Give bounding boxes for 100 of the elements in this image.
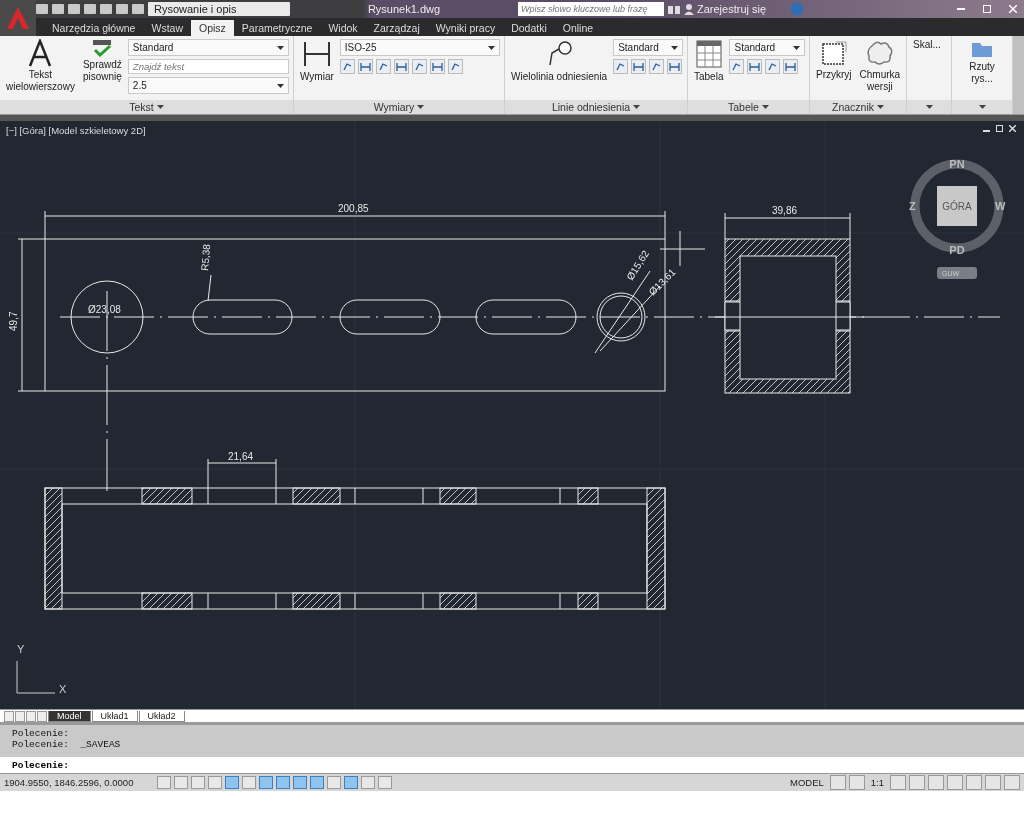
ribbon-button[interactable]: Tabela — [692, 39, 726, 100]
tool-button[interactable] — [649, 59, 665, 74]
tab-scroll-button[interactable] — [4, 711, 14, 722]
app-logo-icon[interactable] — [0, 0, 36, 36]
model-space-button[interactable]: MODEL — [787, 777, 827, 788]
annotation-scale[interactable]: 1:1 — [867, 777, 887, 788]
ribbon-button[interactable]: Sprawdź pisownię — [80, 39, 124, 100]
tool-button[interactable] — [447, 59, 463, 74]
status-icon[interactable] — [1004, 775, 1020, 790]
status-icon[interactable] — [966, 775, 982, 790]
drafting-toggle[interactable] — [344, 776, 358, 789]
find-text-field[interactable]: Znajdź tekst — [127, 59, 289, 74]
ribbon-tab[interactable]: Dodatki — [503, 20, 555, 36]
tool-button[interactable] — [631, 59, 647, 74]
ribbon-tab[interactable]: Zarządzaj — [365, 20, 428, 36]
style-dropdown[interactable]: ISO-25 — [339, 39, 500, 56]
tool-button[interactable] — [765, 59, 781, 74]
tool-button[interactable] — [357, 59, 373, 74]
ribbon-tab[interactable]: Wyniki pracy — [427, 20, 504, 36]
tool-button[interactable] — [613, 59, 629, 74]
ribbon-button[interactable]: Wymiar — [298, 39, 336, 100]
ribbon-button[interactable]: Skal... — [911, 39, 943, 100]
tool-button[interactable] — [429, 59, 445, 74]
drafting-toggle[interactable] — [208, 776, 222, 789]
tab-scroll-button[interactable] — [26, 711, 36, 722]
panel-footer[interactable]: Tekst — [0, 100, 293, 114]
tool-button[interactable] — [747, 59, 763, 74]
ribbon-tab[interactable]: Wstaw — [143, 20, 191, 36]
panel-footer[interactable]: Wymiary — [294, 100, 504, 114]
ribbon-tab[interactable]: Opisz — [190, 20, 234, 36]
tool-button[interactable] — [393, 59, 409, 74]
panel-footer[interactable] — [907, 100, 951, 114]
toolbar-icon[interactable] — [116, 4, 128, 14]
close-icon[interactable] — [1009, 125, 1016, 132]
style-dropdown[interactable]: Standard — [127, 39, 289, 56]
ribbon-tab[interactable]: Widok — [320, 20, 366, 36]
panel-title: Tabele — [728, 101, 759, 113]
ribbon-button[interactable]: Wielolinia odniesienia — [509, 39, 610, 100]
cloud-icon — [864, 39, 895, 67]
style-dropdown[interactable]: 2.5 — [127, 77, 289, 94]
status-icon[interactable] — [947, 775, 963, 790]
style-dropdown[interactable]: Standard — [729, 39, 805, 56]
drafting-toggle[interactable] — [157, 776, 171, 789]
workspace-dropdown[interactable]: Rysowanie i opis — [148, 2, 290, 16]
ribbon-tab[interactable]: Parametryczne — [233, 20, 321, 36]
tool-button[interactable] — [411, 59, 427, 74]
viewport-label[interactable]: [−] [Góra] [Model szkieletowy 2D] — [6, 125, 146, 136]
style-dropdown[interactable]: Standard — [613, 39, 683, 56]
drafting-toggle[interactable] — [225, 776, 239, 789]
toolbar-icon[interactable] — [84, 4, 96, 14]
drafting-toggle[interactable] — [378, 776, 392, 789]
toolbar-icon[interactable] — [100, 4, 112, 14]
compass-ring[interactable] — [910, 159, 1004, 253]
drafting-toggle[interactable] — [174, 776, 188, 789]
drafting-toggle[interactable] — [310, 776, 324, 789]
drafting-toggle[interactable] — [276, 776, 290, 789]
ribbon-tab[interactable]: Online — [554, 20, 602, 36]
drafting-toggle[interactable] — [327, 776, 341, 789]
ribbon-button[interactable]: Tekst wielowierszowy — [4, 39, 77, 100]
command-input[interactable]: Polecenie: — [0, 757, 1024, 773]
tool-button[interactable] — [783, 59, 799, 74]
layout-icon[interactable] — [848, 775, 865, 790]
viewport-icon[interactable] — [829, 775, 846, 790]
restore-icon[interactable] — [996, 125, 1003, 132]
compass-label: Z — [909, 200, 916, 212]
tab-scroll-button[interactable] — [15, 711, 25, 722]
letter-a-icon — [28, 39, 53, 67]
drafting-toggle[interactable] — [293, 776, 307, 789]
panel-title: Znacznik — [832, 101, 874, 113]
status-icon[interactable] — [890, 775, 906, 790]
panel-footer[interactable]: Znacznik — [810, 100, 906, 114]
compass-label: PN — [949, 158, 965, 170]
ribbon-button[interactable]: Rzuty rys... — [956, 39, 1008, 100]
tab-scroll-button[interactable] — [37, 711, 47, 722]
toolbar-icon[interactable] — [68, 4, 80, 14]
toolbar-icon[interactable] — [52, 4, 64, 14]
tool-button[interactable] — [729, 59, 745, 74]
binoculars-icon[interactable] — [668, 4, 680, 14]
drafting-toggle[interactable] — [242, 776, 256, 789]
tool-button[interactable] — [339, 59, 355, 74]
sign-in-link[interactable]: Zarejestruj się — [697, 3, 767, 15]
caret-icon — [925, 105, 933, 109]
ribbon-button[interactable]: Chmurka wersji — [857, 39, 903, 100]
toolbar-icon[interactable] — [36, 4, 48, 14]
search-field[interactable]: Wpisz słowo kluczowe lub frazę — [518, 2, 664, 16]
status-icon[interactable] — [928, 775, 944, 790]
status-icon[interactable] — [909, 775, 925, 790]
drafting-toggle[interactable] — [259, 776, 273, 789]
toolbar-icon[interactable] — [132, 4, 144, 14]
panel-footer[interactable]: Linie odniesienia — [505, 100, 687, 114]
panel-footer[interactable]: Tabele — [688, 100, 809, 114]
tool-button[interactable] — [375, 59, 391, 74]
ribbon-button[interactable]: Przykryj — [814, 39, 854, 100]
drafting-toggle[interactable] — [361, 776, 375, 789]
ribbon-tab[interactable]: Narzędzia główne — [44, 20, 144, 36]
wcs-menu[interactable] — [937, 267, 977, 279]
drafting-toggle[interactable] — [191, 776, 205, 789]
caret-icon — [793, 45, 800, 50]
tool-button[interactable] — [667, 59, 683, 74]
status-icon[interactable] — [985, 775, 1001, 790]
